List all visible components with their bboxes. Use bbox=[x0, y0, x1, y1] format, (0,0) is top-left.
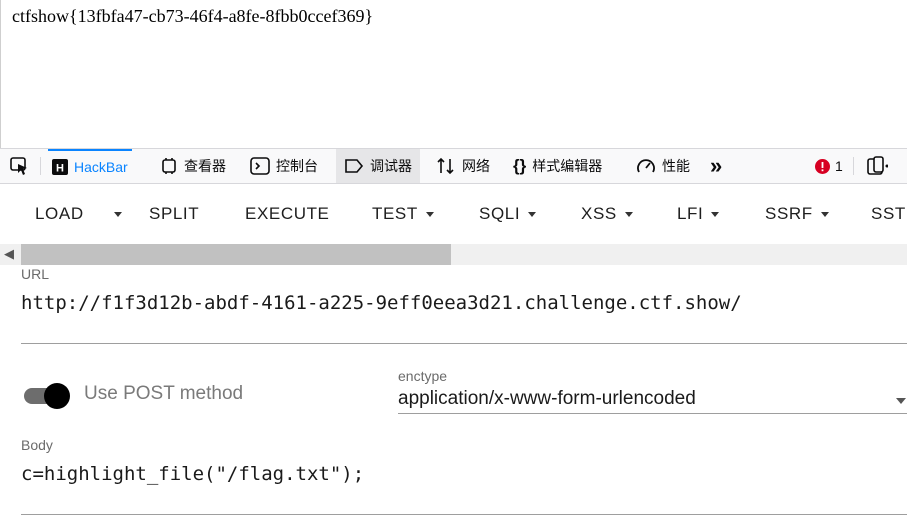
menu-label: SSRF bbox=[765, 204, 813, 223]
tab-hackbar[interactable]: H HackBar bbox=[48, 149, 132, 183]
flag-text: ctfshow{13fbfa47-cb73-46f4-a8fe-8fbb0cce… bbox=[12, 6, 374, 26]
tab-label: 性能 bbox=[662, 158, 690, 174]
overflow-tabs-button[interactable]: » bbox=[710, 149, 722, 183]
caret-down-icon bbox=[425, 211, 434, 217]
element-picker-button[interactable] bbox=[8, 149, 36, 183]
toggle-thumb bbox=[44, 383, 70, 409]
responsive-icon bbox=[866, 156, 888, 176]
menu-label: SQLI bbox=[479, 204, 521, 223]
body-field[interactable]: c=highlight_file("/flag.txt"); bbox=[21, 463, 364, 485]
devtools-tab-bar: H HackBar 查看器 控制台 调试器 网络 {} 样式编辑器 性能 » 1 bbox=[0, 148, 907, 184]
inspector-icon bbox=[160, 157, 178, 175]
post-method-toggle[interactable] bbox=[24, 383, 72, 409]
load-dropdown-button[interactable] bbox=[106, 184, 122, 244]
body-label: Body bbox=[21, 437, 53, 453]
caret-down-icon bbox=[528, 211, 537, 217]
tab-network[interactable]: 网络 bbox=[436, 149, 490, 183]
tab-label: 控制台 bbox=[276, 158, 318, 174]
tab-label: 调试器 bbox=[370, 158, 412, 174]
url-label: URL bbox=[21, 266, 50, 282]
caret-down-icon bbox=[114, 211, 122, 217]
viewport-edge bbox=[0, 0, 1, 148]
chevrons-right-icon: » bbox=[710, 153, 723, 178]
toolbar-scrollbar[interactable]: ◀ bbox=[0, 244, 907, 265]
page-viewport: ctfshow{13fbfa47-cb73-46f4-a8fe-8fbb0cce… bbox=[0, 0, 907, 148]
tab-style-editor[interactable]: {} 样式编辑器 bbox=[513, 149, 602, 183]
ssrf-menu-button[interactable]: SSRF bbox=[765, 184, 829, 244]
svg-text:H: H bbox=[56, 163, 64, 175]
caret-down-icon bbox=[711, 211, 720, 217]
picker-icon bbox=[8, 155, 30, 177]
hackbar-icon: H bbox=[52, 159, 68, 175]
performance-icon bbox=[636, 157, 656, 175]
tab-label: HackBar bbox=[74, 159, 128, 175]
sqli-menu-button[interactable]: SQLI bbox=[479, 184, 537, 244]
scroll-left-arrow-icon[interactable]: ◀ bbox=[4, 246, 14, 262]
style-editor-icon: {} bbox=[513, 156, 527, 175]
enctype-select-underline bbox=[398, 413, 907, 414]
caret-down-icon bbox=[820, 211, 829, 217]
console-icon bbox=[250, 157, 270, 175]
split-button[interactable]: SPLIT bbox=[149, 184, 199, 244]
hackbar-toolbar: LOAD SPLIT EXECUTE TEST SQLI XSS LFI SSR… bbox=[0, 184, 907, 244]
ssti-menu-button[interactable]: SST bbox=[871, 184, 906, 244]
enctype-label: enctype bbox=[398, 368, 448, 384]
lfi-menu-button[interactable]: LFI bbox=[677, 184, 720, 244]
error-count: 1 bbox=[835, 158, 843, 174]
body-field-underline bbox=[21, 514, 907, 515]
tab-separator bbox=[853, 157, 854, 175]
tab-separator bbox=[40, 157, 41, 175]
tab-label: 查看器 bbox=[184, 158, 226, 174]
chevron-down-icon[interactable] bbox=[896, 398, 906, 404]
responsive-design-button[interactable] bbox=[866, 149, 894, 183]
tab-console[interactable]: 控制台 bbox=[250, 149, 318, 183]
tab-inspector[interactable]: 查看器 bbox=[160, 149, 226, 183]
tab-performance[interactable]: 性能 bbox=[636, 149, 690, 183]
debugger-icon bbox=[344, 158, 364, 174]
tab-label: 网络 bbox=[462, 158, 490, 174]
error-icon bbox=[815, 158, 830, 174]
error-count-badge[interactable]: 1 bbox=[815, 149, 843, 183]
network-icon bbox=[436, 157, 456, 175]
tab-debugger[interactable]: 调试器 bbox=[336, 149, 420, 183]
menu-label: TEST bbox=[372, 204, 418, 223]
menu-label: XSS bbox=[581, 204, 617, 223]
menu-label: LFI bbox=[677, 204, 704, 223]
execute-button[interactable]: EXECUTE bbox=[245, 184, 330, 244]
post-method-label: Use POST method bbox=[84, 383, 244, 404]
load-button[interactable]: LOAD bbox=[35, 184, 84, 244]
caret-down-icon bbox=[624, 211, 633, 217]
tab-label: 样式编辑器 bbox=[532, 158, 603, 174]
scrollbar-thumb[interactable] bbox=[21, 244, 451, 265]
url-field-underline bbox=[21, 343, 907, 344]
xss-menu-button[interactable]: XSS bbox=[581, 184, 633, 244]
url-field[interactable]: http://f1f3d12b-abdf-4161-a225-9eff0eea3… bbox=[21, 292, 742, 314]
enctype-select[interactable]: application/x-www-form-urlencoded bbox=[398, 388, 696, 410]
test-menu-button[interactable]: TEST bbox=[372, 184, 434, 244]
